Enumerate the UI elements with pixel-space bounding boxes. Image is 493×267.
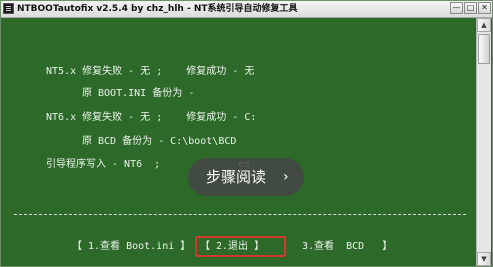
vertical-scrollbar[interactable]: ▲ ▼	[476, 18, 491, 266]
console-window: NTBOOTautofix v2.5.4 by chz_hlh - NT系统引导…	[0, 0, 493, 267]
step-reading-label: 步骤阅读	[206, 168, 267, 186]
scroll-down-arrow-icon[interactable]: ▼	[477, 252, 491, 266]
window-title: NTBOOTautofix v2.5.4 by chz_hlh - NT系统引导…	[17, 4, 298, 14]
step-reading-button[interactable]: 步骤阅读 ›	[188, 158, 304, 196]
nt5-status-line: NT5.x 修复失败 - 无 ; 修复成功 - 无	[46, 66, 255, 77]
scroll-up-arrow-icon[interactable]: ▲	[477, 18, 491, 32]
bcd-backup-line: 原 BCD 备份为 - C:\boot\BCD	[82, 136, 237, 147]
menu-view-bcd[interactable]: 3.查看 BCD 】	[302, 241, 392, 253]
bootini-backup-line: 原 BOOT.INI 备份为 -	[82, 88, 195, 99]
nt6-status-line: NT6.x 修复失败 - 无 ; 修复成功 - C:	[46, 112, 257, 123]
console-output: NT5.x 修复失败 - 无 ; 修复成功 - 无 原 BOOT.INI 备份为…	[2, 18, 476, 266]
title-bar[interactable]: NTBOOTautofix v2.5.4 by chz_hlh - NT系统引导…	[1, 1, 492, 18]
maximize-button[interactable]: □	[464, 2, 477, 14]
scroll-thumb[interactable]	[478, 34, 490, 64]
menu-view-bootini[interactable]: 【 1.查看 Boot.ini 】	[72, 241, 190, 253]
console-app-icon	[3, 3, 14, 14]
chevron-right-icon: ›	[283, 169, 289, 185]
minimize-button[interactable]: —	[450, 2, 463, 14]
menu-divider	[14, 214, 466, 215]
menu-exit[interactable]: 【 2.退出 】	[200, 241, 264, 253]
close-button[interactable]: ✕	[478, 2, 491, 14]
